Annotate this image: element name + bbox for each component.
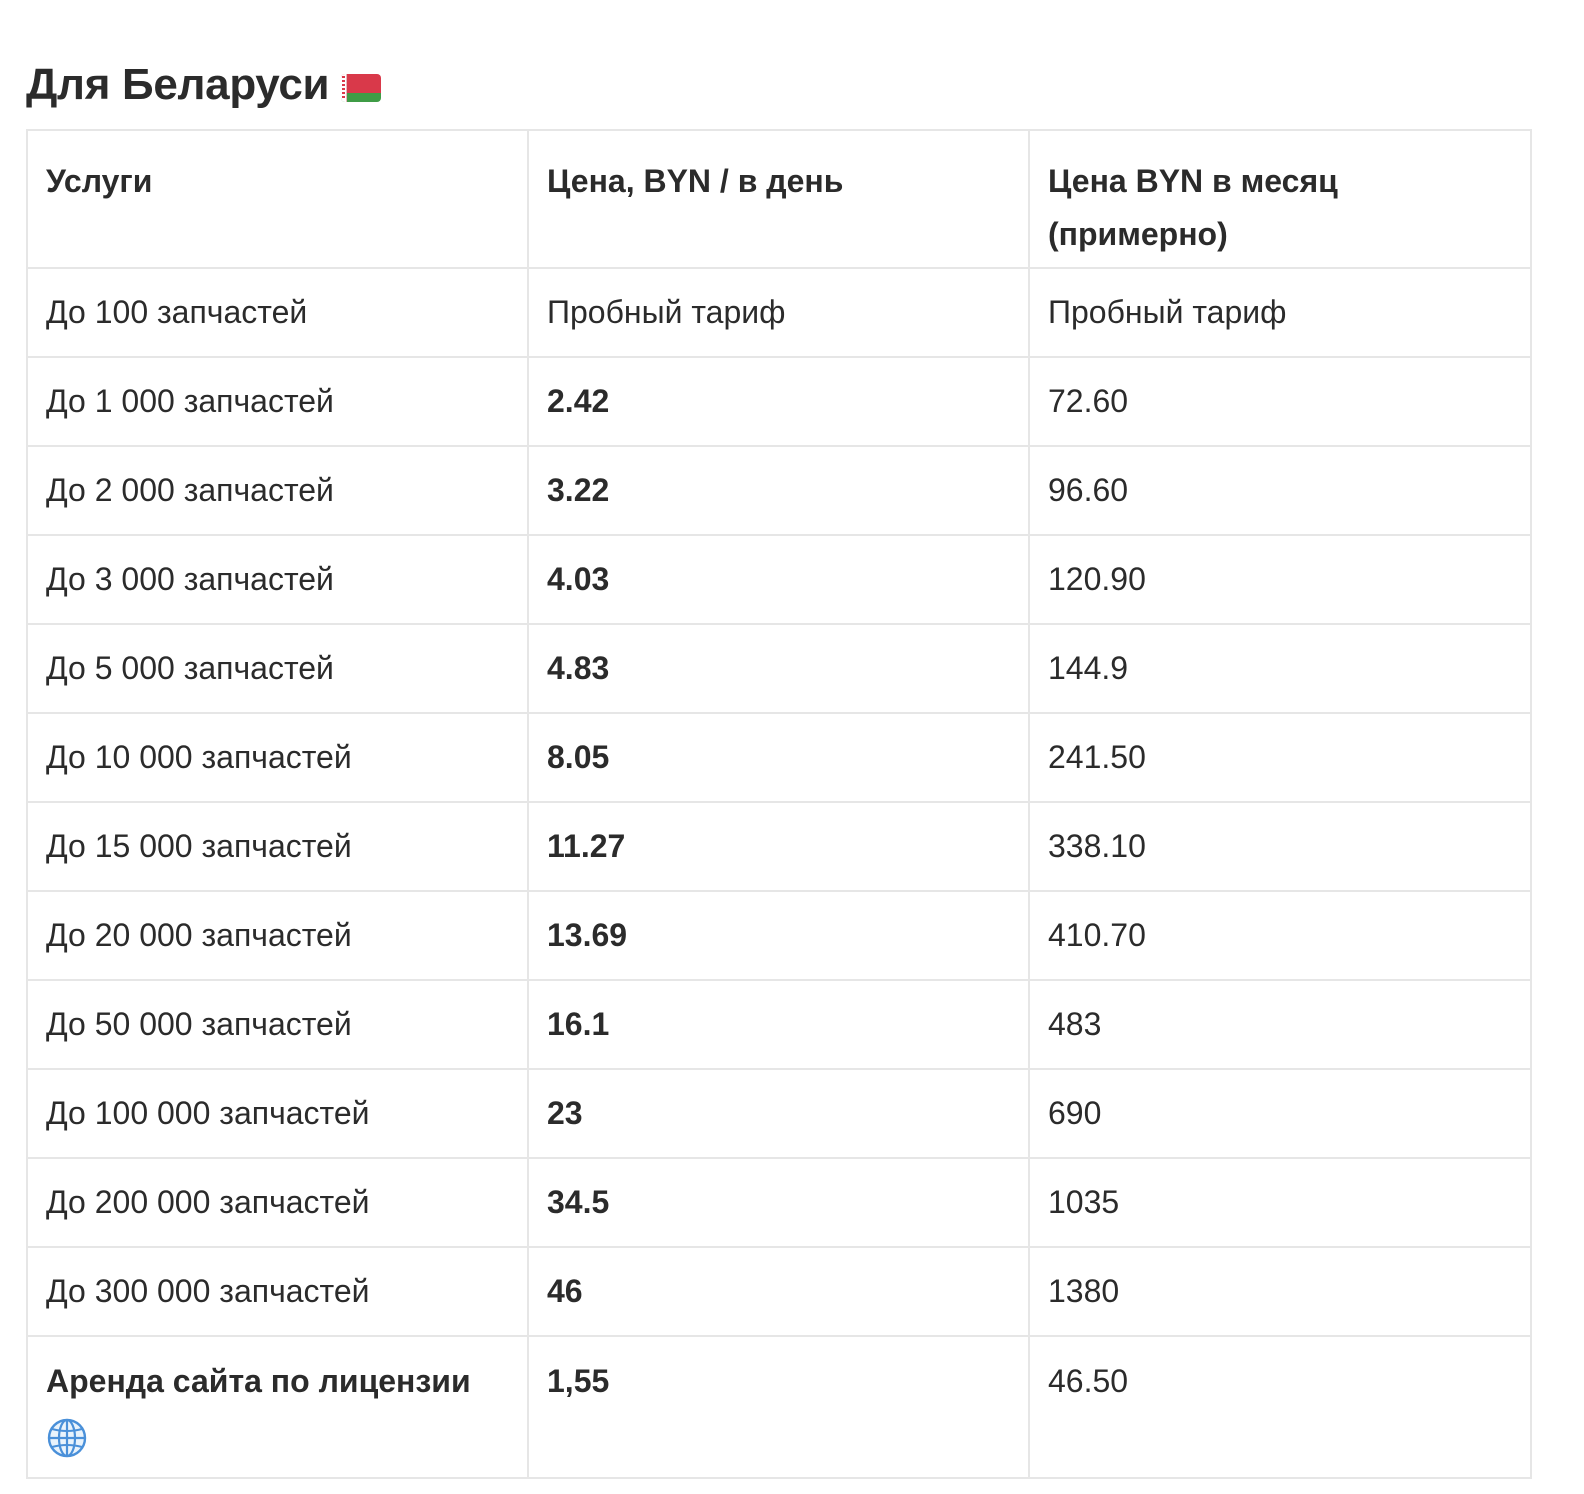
service-cell: До 200 000 запчастей [26,1157,529,1248]
price-per-month-cell: 1380 [1028,1246,1532,1337]
service-cell: До 3 000 запчастей [26,534,529,625]
service-cell: До 20 000 запчастей [26,890,529,981]
price-per-month-cell: 410.70 [1028,890,1532,981]
table-header-row: Услуги Цена, BYN / в день Цена BYN в мес… [26,129,1532,269]
header-price-per-month: Цена BYN в месяц (примерно) [1028,129,1532,269]
table-row: До 3 000 запчастей 4.03 120.90 [26,534,1532,625]
table-row: До 200 000 запчастей 34.5 1035 [26,1157,1532,1248]
table-row: До 1 000 запчастей 2.42 72.60 [26,356,1532,447]
service-cell: До 50 000 запчастей [26,979,529,1070]
price-per-day-cell: 4.03 [527,534,1030,625]
globe-icon [47,1418,87,1458]
price-per-month-cell: 46.50 [1028,1335,1532,1479]
service-cell: До 15 000 запчастей [26,801,529,892]
table-row: До 5 000 запчастей 4.83 144.9 [26,623,1532,714]
price-per-month-cell: 338.10 [1028,801,1532,892]
service-cell: До 5 000 запчастей [26,623,529,714]
service-cell: До 1 000 запчастей [26,356,529,447]
table-row-license: Аренда сайта по лицензии 1,55 46.50 [26,1335,1532,1479]
page: Для Беларуси Услуги Цена, BYN / в день Ц… [0,0,1584,1494]
table-row: До 20 000 запчастей 13.69 410.70 [26,890,1532,981]
service-cell: До 2 000 запчастей [26,445,529,536]
table-row: До 10 000 запчастей 8.05 241.50 [26,712,1532,803]
belarus-flag-icon [341,74,382,103]
price-per-month-cell: 690 [1028,1068,1532,1159]
price-per-month-cell: 1035 [1028,1157,1532,1248]
price-per-day-cell: 2.42 [527,356,1030,447]
price-per-day-cell: 4.83 [527,623,1030,714]
price-per-month-cell: 96.60 [1028,445,1532,536]
table-row: До 50 000 запчастей 16.1 483 [26,979,1532,1070]
price-per-day-cell: 23 [527,1068,1030,1159]
price-per-day-cell: 11.27 [527,801,1030,892]
page-title-text: Для Беларуси [26,60,330,110]
table-row: До 15 000 запчастей 11.27 338.10 [26,801,1532,892]
price-per-day-cell: 1,55 [527,1335,1030,1479]
table-row: До 2 000 запчастей 3.22 96.60 [26,445,1532,536]
price-per-day-cell: 3.22 [527,445,1030,536]
table-row: До 100 запчастей Пробный тариф Пробный т… [26,267,1532,358]
service-cell: До 300 000 запчастей [26,1246,529,1337]
price-per-month-cell: 72.60 [1028,356,1532,447]
service-label: Аренда сайта по лицензии [46,1363,471,1399]
service-cell: До 100 запчастей [26,267,529,358]
table-row: До 300 000 запчастей 46 1380 [26,1246,1532,1337]
table-row: До 100 000 запчастей 23 690 [26,1068,1532,1159]
page-title: Для Беларуси [26,53,382,117]
header-price-per-day: Цена, BYN / в день [527,129,1030,269]
price-per-month-cell: 144.9 [1028,623,1532,714]
price-per-day-cell: Пробный тариф [527,267,1030,358]
service-cell-license: Аренда сайта по лицензии [26,1335,529,1479]
price-per-month-cell: 241.50 [1028,712,1532,803]
price-per-day-cell: 16.1 [527,979,1030,1070]
price-per-month-cell: Пробный тариф [1028,267,1532,358]
header-services: Услуги [26,129,529,269]
pricing-table: Услуги Цена, BYN / в день Цена BYN в мес… [26,129,1532,1479]
price-per-month-cell: 483 [1028,979,1532,1070]
price-per-day-cell: 8.05 [527,712,1030,803]
service-cell: До 100 000 запчастей [26,1068,529,1159]
price-per-day-cell: 13.69 [527,890,1030,981]
price-per-day-cell: 34.5 [527,1157,1030,1248]
price-per-month-cell: 120.90 [1028,534,1532,625]
price-per-day-cell: 46 [527,1246,1030,1337]
service-cell: До 10 000 запчастей [26,712,529,803]
